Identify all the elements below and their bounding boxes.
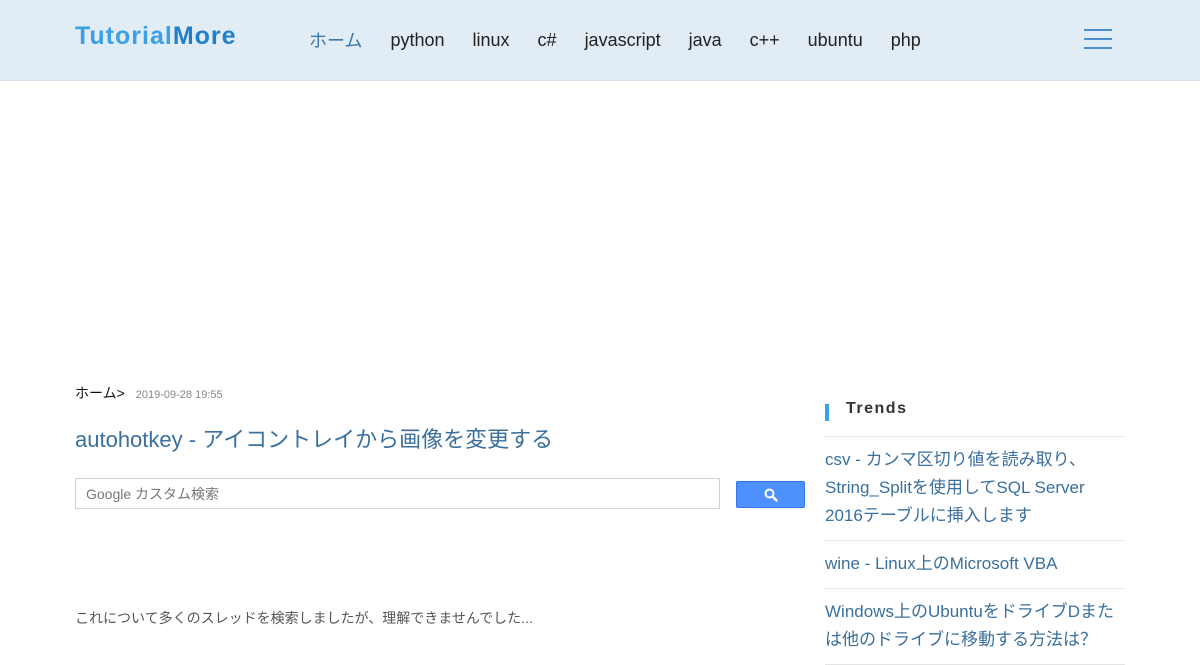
trends-heading: Trends <box>846 400 908 417</box>
nav-item-cpp[interactable]: c++ <box>750 30 780 51</box>
nav-item-csharp[interactable]: c# <box>538 30 557 51</box>
trends-list: csv - カンマ区切り値を読み取り、String_Splitを使用してSQL … <box>825 436 1125 665</box>
list-item: wine - Linux上のMicrosoft VBA <box>825 541 1125 589</box>
site-logo[interactable]: TutorialMore <box>75 22 237 51</box>
search-icon <box>764 488 778 502</box>
article-lead: これについて多くのスレッドを検索しましたが、理解できませんでした... <box>75 610 533 626</box>
list-item: csv - カンマ区切り値を読み取り、String_Splitを使用してSQL … <box>825 437 1125 541</box>
menu-line <box>1084 29 1112 31</box>
search-button[interactable] <box>736 481 805 508</box>
nav-item-home[interactable]: ホーム <box>309 27 362 53</box>
main-nav: ホーム python linux c# javascript java c++ … <box>309 0 949 80</box>
hamburger-menu-icon[interactable] <box>1082 26 1114 54</box>
logo-text-more: More <box>172 22 237 50</box>
breadcrumb: ホーム> 2019-09-28 19:55 <box>75 383 223 403</box>
nav-item-javascript[interactable]: javascript <box>585 30 661 51</box>
nav-item-python[interactable]: python <box>390 30 444 51</box>
post-date: 2019-09-28 19:55 <box>135 389 223 401</box>
list-item: Windows上のUbuntuをドライブDまたは他のドライブに移動する方法は？ <box>825 589 1125 665</box>
menu-line <box>1084 47 1112 49</box>
trends-header: Trends <box>825 396 1125 426</box>
breadcrumb-home-link[interactable]: ホーム> <box>75 383 125 403</box>
nav-item-ubuntu[interactable]: ubuntu <box>808 30 863 51</box>
page-title: autohotkey - アイコントレイから画像を変更する <box>75 427 554 452</box>
logo-text-tutorial: Tutorial <box>75 22 173 50</box>
trend-link[interactable]: csv - カンマ区切り値を読み取り、String_Splitを使用してSQL … <box>825 450 1086 525</box>
site-header: TutorialMore ホーム python linux c# javascr… <box>0 0 1200 81</box>
menu-line <box>1084 38 1112 40</box>
trend-link[interactable]: wine - Linux上のMicrosoft VBA <box>825 554 1057 573</box>
heading-accent-bar <box>825 404 829 421</box>
ad-space <box>0 81 1200 366</box>
nav-item-java[interactable]: java <box>689 30 722 51</box>
nav-item-php[interactable]: php <box>891 30 921 51</box>
trends-sidebar: Trends csv - カンマ区切り値を読み取り、String_Splitを使… <box>825 396 1125 665</box>
search-input[interactable] <box>75 478 720 509</box>
trend-link[interactable]: Windows上のUbuntuをドライブDまたは他のドライブに移動する方法は？ <box>825 602 1114 649</box>
nav-item-linux[interactable]: linux <box>473 30 510 51</box>
